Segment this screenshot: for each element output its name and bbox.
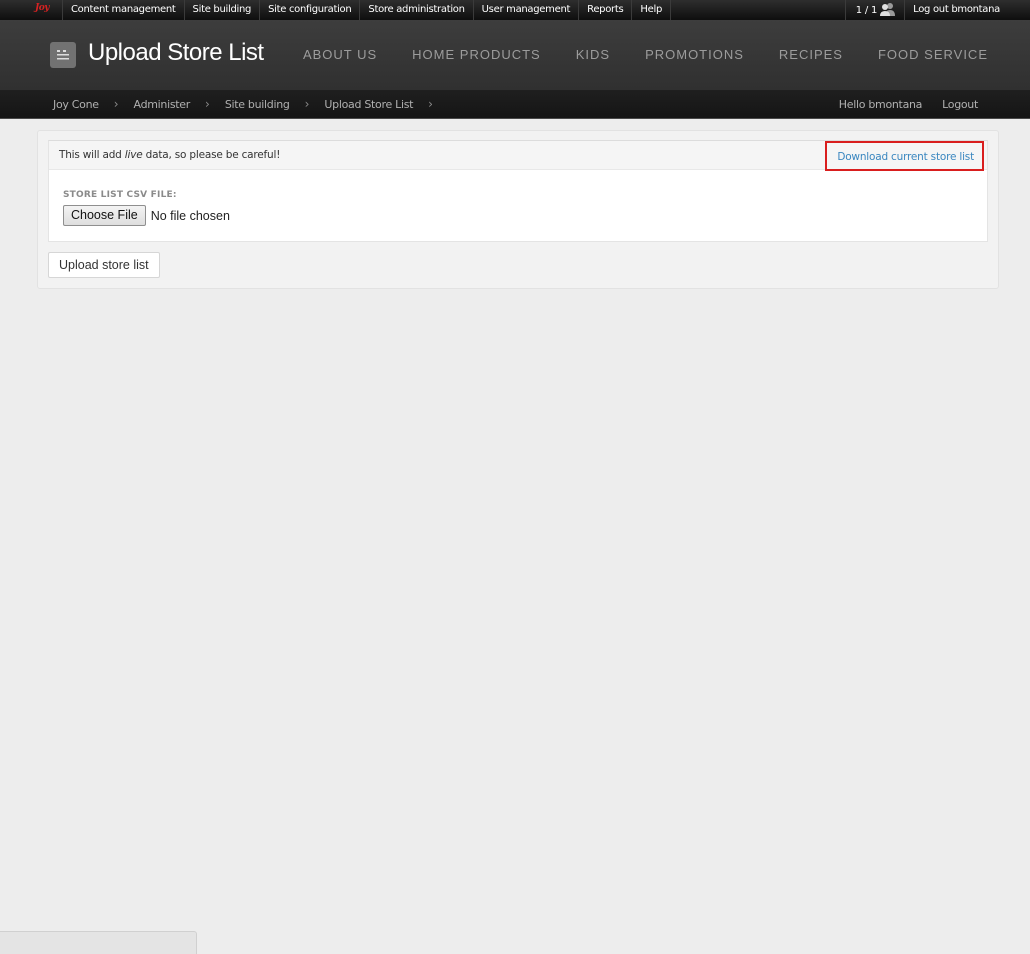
warning-prefix: This will add (59, 149, 125, 161)
warning-row: This will add live data, so please be ca… (49, 141, 987, 171)
file-input-row: Choose File No file chosen (63, 205, 230, 226)
main-navigation: ABOUT US HOME PRODUCTS KIDS PROMOTIONS R… (303, 47, 988, 62)
breadcrumb-administer[interactable]: Administer (134, 98, 191, 111)
csv-file-label: STORE LIST CSV FILE: (63, 190, 177, 200)
breadcrumb-separator-icon: › (113, 97, 119, 111)
user-links: Hello bmontana Logout (839, 98, 979, 111)
admin-toolbar: Joy Content management Site building Sit… (0, 0, 1030, 20)
page-title: Upload Store List (88, 39, 264, 66)
user-count-text: 1 / 1 (855, 4, 878, 16)
site-logo[interactable]: Joy (0, 0, 63, 20)
breadcrumb-joy-cone[interactable]: Joy Cone (53, 98, 99, 111)
breadcrumb-bar: Joy Cone › Administer › Site building › … (0, 90, 1030, 119)
nav-promotions[interactable]: PROMOTIONS (645, 47, 744, 62)
admin-menu-content-management[interactable]: Content management (63, 0, 185, 20)
logo-text: Joy (35, 3, 50, 13)
breadcrumb-separator-icon: › (205, 97, 210, 111)
admin-menu-site-configuration[interactable]: Site configuration (260, 0, 361, 20)
breadcrumb-site-building[interactable]: Site building (225, 98, 290, 111)
users-icon (880, 2, 896, 19)
download-current-store-list-link[interactable]: Download current store list (837, 151, 974, 163)
online-users-counter[interactable]: 1 / 1 (844, 0, 906, 20)
logout-link[interactable]: Logout (942, 98, 978, 111)
admin-menu-store-administration[interactable]: Store administration (360, 0, 474, 20)
bottom-panel-tab (0, 931, 197, 954)
breadcrumb-separator-icon: › (304, 97, 310, 111)
hello-user-link[interactable]: Hello bmontana (839, 98, 923, 111)
warning-suffix: data, so please be careful! (142, 149, 281, 161)
upload-store-list-button[interactable]: Upload store list (48, 252, 160, 278)
download-highlight-box: Download current store list (825, 141, 984, 171)
admin-menu-user-management[interactable]: User management (474, 0, 580, 20)
breadcrumb-separator-icon: › (428, 97, 433, 111)
admin-logout-link[interactable]: Log out bmontana (905, 0, 1030, 20)
warning-emphasis: live (124, 149, 143, 161)
nav-home-products[interactable]: HOME PRODUCTS (412, 47, 541, 62)
admin-toolbar-right: 1 / 1 Log out bmontana (844, 0, 1030, 20)
nav-food-service[interactable]: FOOD SERVICE (878, 47, 988, 62)
site-header: Upload Store List ABOUT US HOME PRODUCTS… (0, 20, 1030, 90)
breadcrumb-upload-store-list[interactable]: Upload Store List (324, 98, 413, 111)
upload-fieldset: This will add live data, so please be ca… (48, 140, 988, 242)
admin-menu-site-building[interactable]: Site building (185, 0, 261, 20)
choose-file-button[interactable]: Choose File (63, 205, 146, 226)
admin-menu-reports[interactable]: Reports (579, 0, 633, 20)
content-panel: This will add live data, so please be ca… (37, 130, 999, 289)
file-status-text: No file chosen (150, 208, 230, 223)
breadcrumb: Joy Cone › Administer › Site building › … (53, 98, 448, 111)
nav-recipes[interactable]: RECIPES (779, 47, 843, 62)
page-icon (50, 42, 76, 68)
nav-kids[interactable]: KIDS (576, 47, 610, 62)
nav-about-us[interactable]: ABOUT US (303, 47, 377, 62)
admin-menu-help[interactable]: Help (632, 0, 671, 20)
warning-message: This will add live data, so please be ca… (59, 149, 280, 161)
